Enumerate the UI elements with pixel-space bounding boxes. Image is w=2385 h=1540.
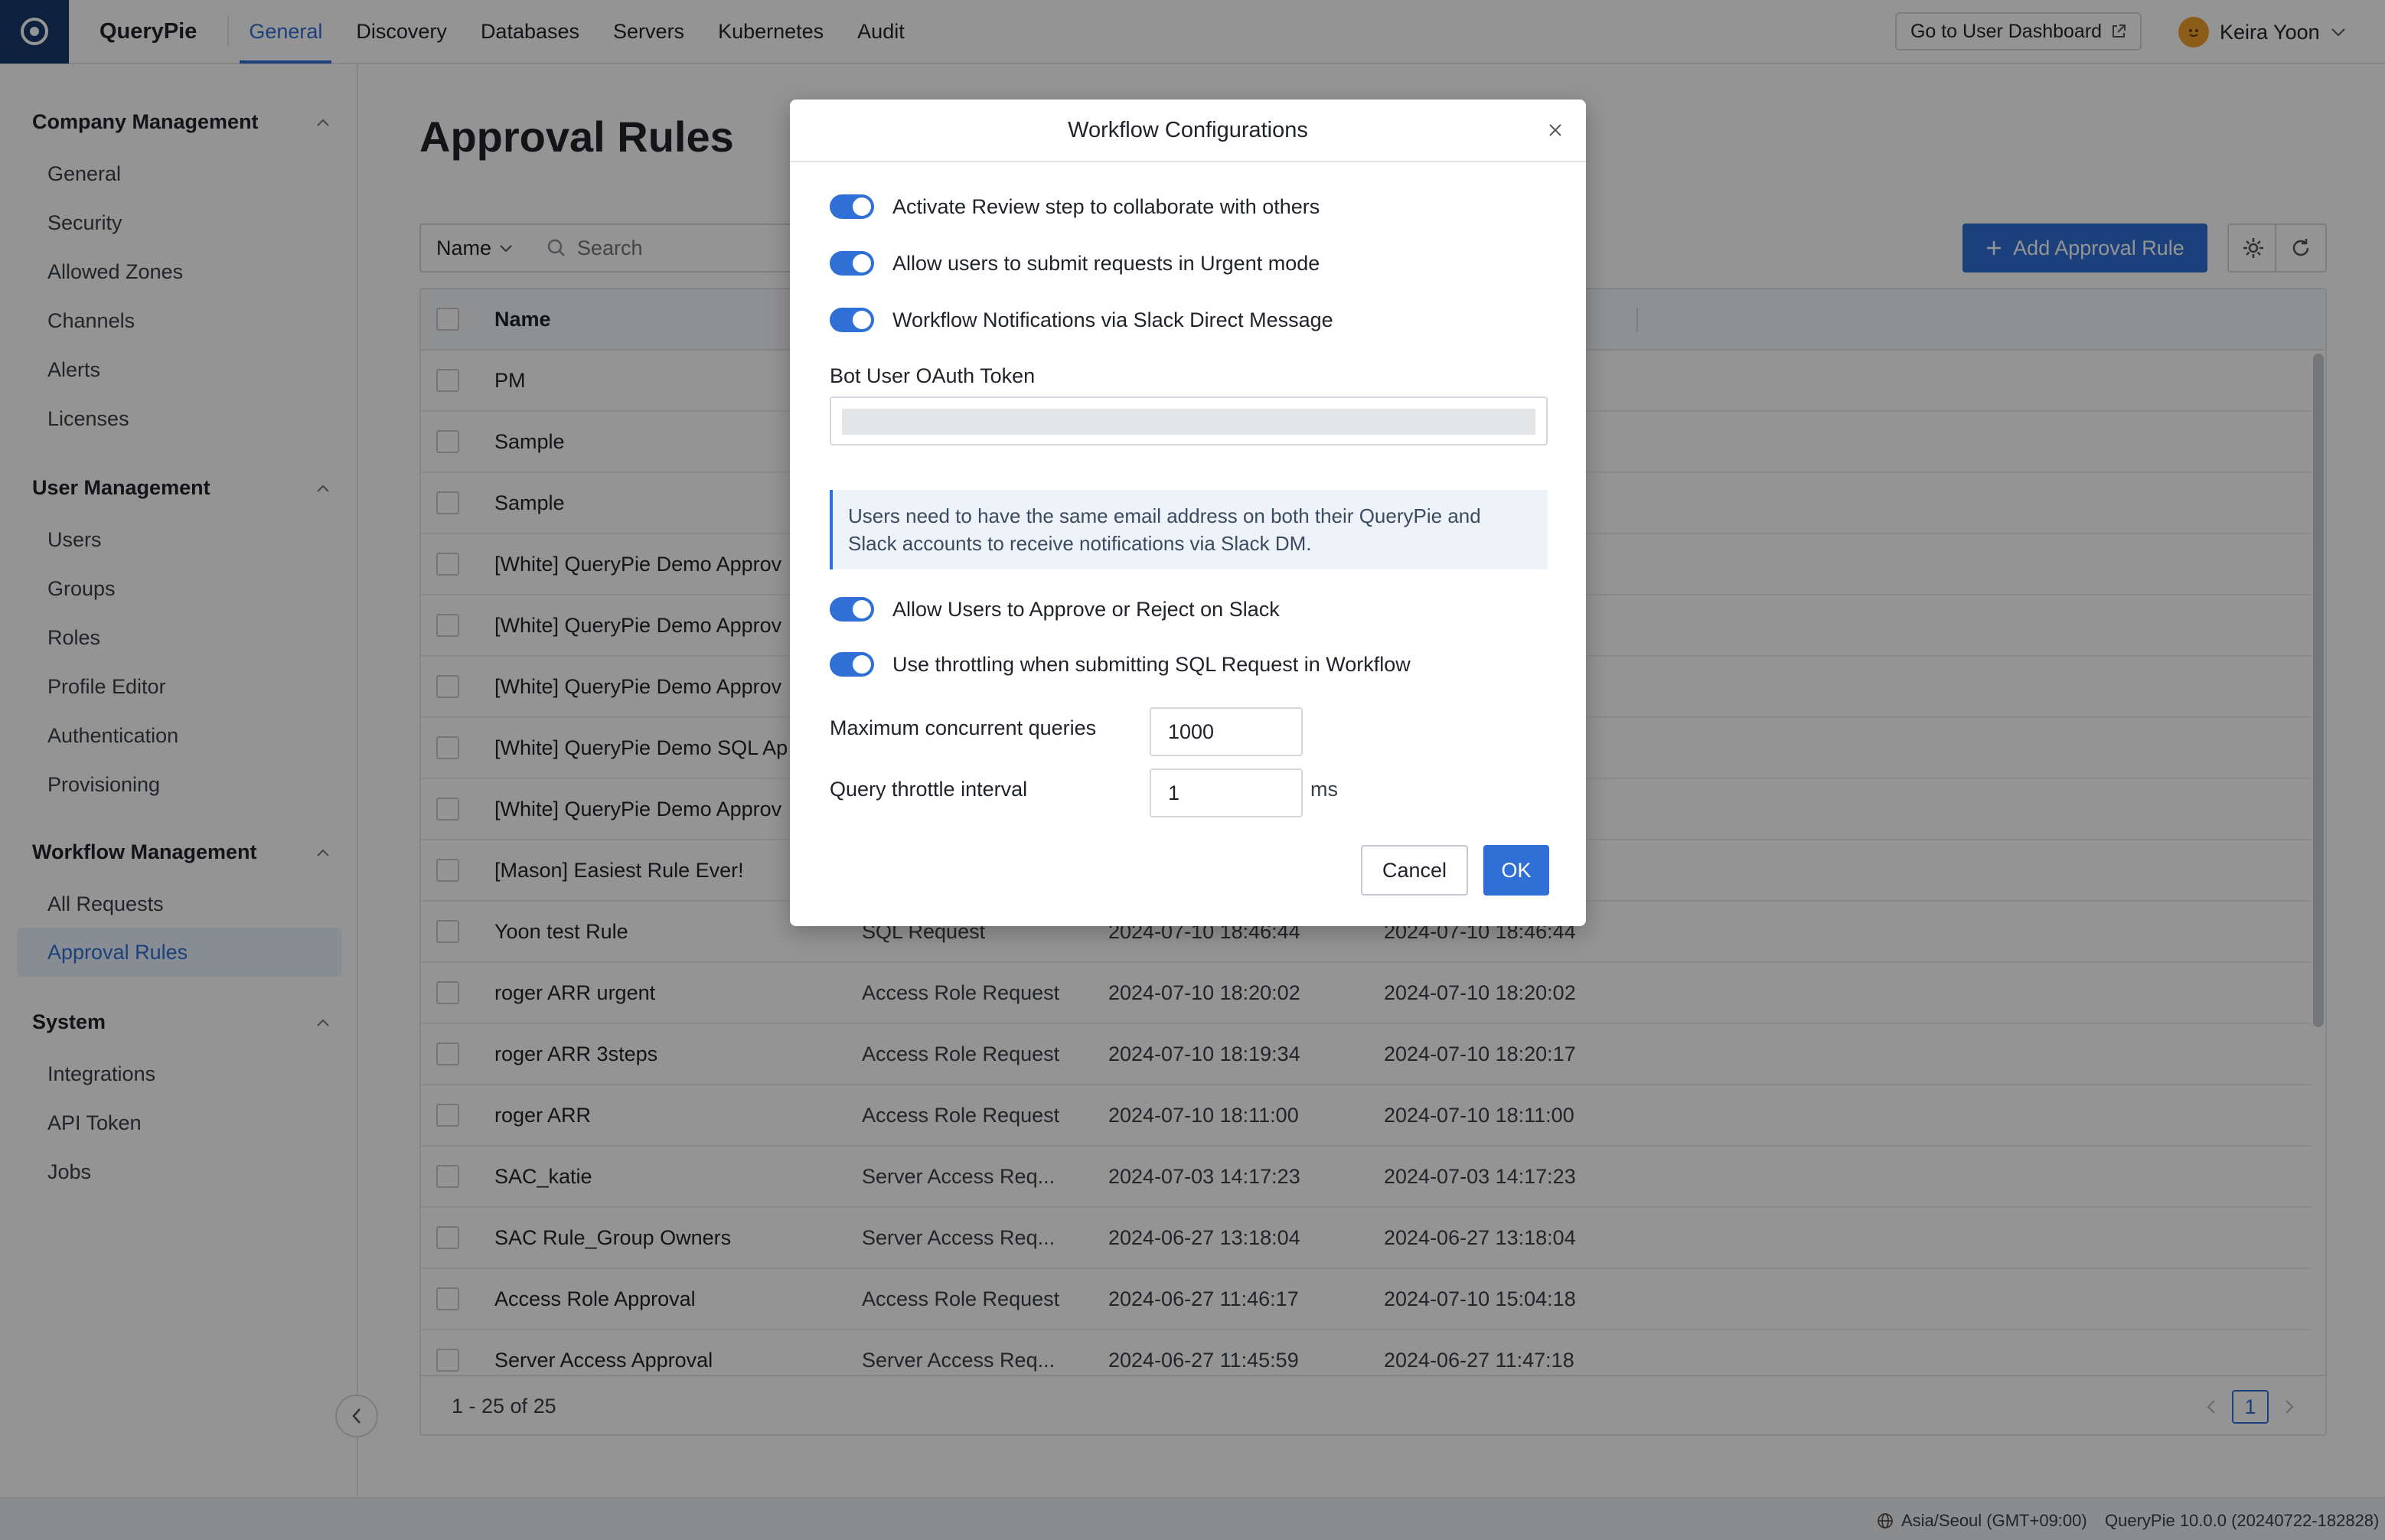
masked-token-value bbox=[842, 409, 1535, 435]
workflow-configurations-dialog: Workflow Configurations Activate Review … bbox=[790, 100, 1586, 926]
slack-notifications-toggle[interactable] bbox=[830, 308, 874, 332]
throttle-unit-label: ms bbox=[1310, 778, 1338, 801]
close-icon bbox=[1549, 124, 1561, 136]
toggle-label: Workflow Notifications via Slack Direct … bbox=[892, 308, 1333, 331]
dialog-title: Workflow Configurations bbox=[1068, 117, 1308, 142]
slack-info-notice: Users need to have the same email addres… bbox=[830, 490, 1548, 569]
urgent-mode-toggle[interactable] bbox=[830, 251, 874, 276]
bot-token-input[interactable] bbox=[830, 396, 1548, 445]
toggle-row-throttling: Use throttling when submitting SQL Reque… bbox=[830, 652, 1411, 677]
toggle-row-review-step: Activate Review step to collaborate with… bbox=[830, 194, 1320, 219]
cancel-button[interactable]: Cancel bbox=[1361, 845, 1468, 896]
close-button[interactable] bbox=[1542, 116, 1569, 144]
toggle-label: Activate Review step to collaborate with… bbox=[892, 194, 1320, 218]
query-throttle-interval-label: Query throttle interval bbox=[830, 778, 1028, 801]
max-concurrent-queries-label: Maximum concurrent queries bbox=[830, 716, 1097, 739]
review-step-toggle[interactable] bbox=[830, 194, 874, 219]
bot-token-label: Bot User OAuth Token bbox=[830, 364, 1036, 387]
throttling-toggle[interactable] bbox=[830, 652, 874, 677]
toggle-label: Allow Users to Approve or Reject on Slac… bbox=[892, 597, 1280, 621]
toggle-label: Use throttling when submitting SQL Reque… bbox=[892, 652, 1411, 676]
toggle-row-approve-on-slack: Allow Users to Approve or Reject on Slac… bbox=[830, 597, 1280, 622]
toggle-row-slack-notifications: Workflow Notifications via Slack Direct … bbox=[830, 308, 1333, 332]
query-throttle-interval-input[interactable]: 1 bbox=[1150, 768, 1303, 817]
max-concurrent-queries-input[interactable]: 1000 bbox=[1150, 707, 1303, 756]
approve-on-slack-toggle[interactable] bbox=[830, 597, 874, 622]
toggle-row-urgent-mode: Allow users to submit requests in Urgent… bbox=[830, 251, 1320, 276]
dialog-header: Workflow Configurations bbox=[790, 100, 1586, 162]
ok-button[interactable]: OK bbox=[1483, 845, 1549, 896]
toggle-label: Allow users to submit requests in Urgent… bbox=[892, 251, 1320, 275]
